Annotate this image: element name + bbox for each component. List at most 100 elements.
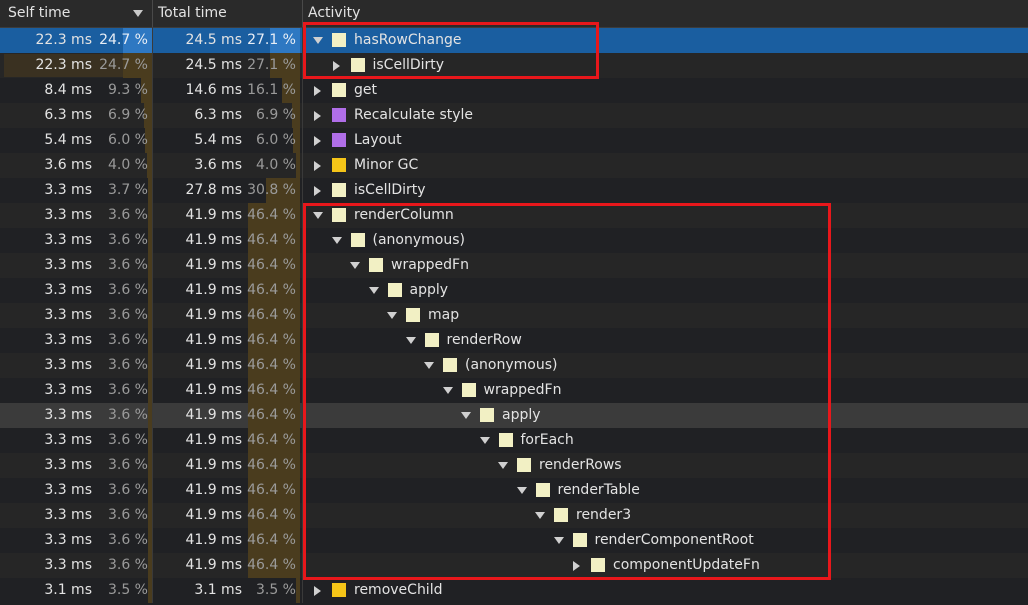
tree-row[interactable]: 3.3 ms 3.6 % 41.9 ms 46.4 % (anonymous) [0,228,1028,253]
activity-name: Recalculate style [354,107,474,123]
column-divider[interactable] [152,0,153,27]
activity-name: isCellDirty [372,57,445,73]
tree-row[interactable]: 22.3 ms 24.7 % 24.5 ms 27.1 % hasRowChange [0,28,1028,53]
activity-cell[interactable]: (anonymous) [0,228,1028,253]
activity-cell[interactable]: isCellDirty [0,178,1028,203]
expand-right-icon[interactable] [314,111,321,121]
expand-down-icon[interactable] [368,287,379,294]
table-header: Self time Total time Activity [0,0,1028,28]
expand-right-icon[interactable] [332,61,340,71]
activity-name: apply [409,282,449,298]
category-swatch-icon [387,283,402,297]
activity-cell[interactable]: renderColumn [0,203,1028,228]
activity-cell[interactable]: apply [0,278,1028,303]
activity-name: apply [502,407,541,423]
expand-down-icon[interactable] [350,262,360,269]
category-swatch-icon [480,408,494,422]
expand-down-icon[interactable] [313,212,323,219]
tree-row[interactable]: 3.3 ms 3.6 % 41.9 ms 46.4 % componentUpdateF… [0,553,1028,578]
activity-cell[interactable]: renderRow [0,328,1028,353]
activity-name: (anonymous) [465,357,558,373]
chevron-down-icon[interactable] [133,10,143,17]
expand-right-icon[interactable] [314,161,321,171]
expand-right-icon[interactable] [314,586,321,596]
tree-row[interactable]: 3.3 ms 3.6 % 41.9 ms 46.4 % (anonymous) [0,353,1028,378]
tree-row[interactable]: 3.3 ms 3.6 % 41.9 ms 46.4 % render3 [0,503,1028,528]
tree-row[interactable]: 3.3 ms 3.6 % 41.9 ms 46.4 % renderRow [0,328,1028,353]
activity-name: wrappedFn [483,382,562,398]
activity-cell[interactable]: apply [0,403,1028,428]
tree-row[interactable]: 5.4 ms 6.0 % 5.4 ms 6.0 % Layout [0,128,1028,153]
category-swatch-icon [369,258,383,272]
activity-cell[interactable]: Recalculate style [0,103,1028,128]
activity-name: renderRows [539,457,622,473]
activity-cell[interactable]: componentUpdateFn [0,553,1028,578]
activity-cell[interactable]: Minor GC [0,153,1028,178]
self-time-header[interactable]: Self time [8,0,70,27]
activity-cell[interactable]: renderRows [0,453,1028,478]
expand-down-icon[interactable] [479,437,490,444]
category-swatch-icon [332,33,346,47]
activity-cell[interactable]: renderComponentRoot [0,528,1028,553]
tree-row[interactable]: 3.3 ms 3.6 % 41.9 ms 46.4 % map [0,303,1028,328]
tree-row[interactable]: 8.4 ms 9.3 % 14.6 ms 16.1 % get [0,78,1028,103]
expand-down-icon[interactable] [405,337,416,344]
tree-row[interactable]: 22.3 ms 24.7 % 24.5 ms 27.1 % isCellDirty [0,53,1028,78]
activity-cell[interactable]: map [0,303,1028,328]
tree-row[interactable]: 3.3 ms 3.6 % 41.9 ms 46.4 % apply [0,403,1028,428]
expand-down-icon[interactable] [553,537,564,544]
tree-row[interactable]: 3.3 ms 3.6 % 41.9 ms 46.4 % apply [0,278,1028,303]
activity-name: map [428,307,460,323]
activity-cell[interactable]: Layout [0,128,1028,153]
category-swatch-icon [498,433,513,447]
expand-down-icon[interactable] [331,237,342,244]
activity-cell[interactable]: render3 [0,503,1028,528]
expand-down-icon[interactable] [442,387,453,394]
activity-name: Layout [354,132,402,148]
activity-name: isCellDirty [354,182,426,198]
category-swatch-icon [350,58,365,72]
expand-down-icon[interactable] [516,487,527,494]
tree-row[interactable]: 3.3 ms 3.6 % 41.9 ms 46.4 % forEach [0,428,1028,453]
activity-cell[interactable]: wrappedFn [0,378,1028,403]
total-time-header[interactable]: Total time [158,0,227,27]
tree-row[interactable]: 3.1 ms 3.5 % 3.1 ms 3.5 % removeChild [0,578,1028,603]
tree-row[interactable]: 3.3 ms 3.6 % 41.9 ms 46.4 % renderColumn [0,203,1028,228]
expand-right-icon[interactable] [314,86,321,96]
tree-row[interactable]: 6.3 ms 6.9 % 6.3 ms 6.9 % Recalculate style [0,103,1028,128]
expand-down-icon[interactable] [313,37,323,44]
activity-cell[interactable]: (anonymous) [0,353,1028,378]
activity-cell[interactable]: hasRowChange [0,28,1028,53]
expand-right-icon[interactable] [314,186,321,196]
activity-cell[interactable]: get [0,78,1028,103]
activity-cell[interactable]: isCellDirty [0,53,1028,78]
tree-row[interactable]: 3.3 ms 3.6 % 41.9 ms 46.4 % renderTable [0,478,1028,503]
tree-row[interactable]: 3.3 ms 3.7 % 27.8 ms 30.8 % isCellDirty [0,178,1028,203]
expand-down-icon[interactable] [461,412,471,419]
activity-cell[interactable]: forEach [0,428,1028,453]
expand-down-icon[interactable] [424,362,434,369]
tree-row[interactable]: 3.3 ms 3.6 % 41.9 ms 46.4 % renderComponentR… [0,528,1028,553]
category-swatch-icon [424,333,439,347]
column-divider[interactable] [302,0,303,27]
expand-down-icon[interactable] [387,312,397,319]
expand-right-icon[interactable] [314,136,321,146]
activity-name: renderRow [446,332,522,348]
activity-name: wrappedFn [391,257,469,273]
activity-cell[interactable]: renderTable [0,478,1028,503]
activity-header[interactable]: Activity [308,0,360,27]
activity-name: forEach [520,432,574,448]
category-swatch-icon [591,558,605,572]
tree-row[interactable]: 3.3 ms 3.6 % 41.9 ms 46.4 % wrappedFn [0,253,1028,278]
category-swatch-icon [332,133,346,147]
expand-down-icon[interactable] [535,512,545,519]
activity-cell[interactable]: removeChild [0,578,1028,603]
activity-name: componentUpdateFn [613,557,760,573]
tree-row[interactable]: 3.3 ms 3.6 % 41.9 ms 46.4 % wrappedFn [0,378,1028,403]
tree-row[interactable]: 3.6 ms 4.0 % 3.6 ms 4.0 % Minor GC [0,153,1028,178]
expand-down-icon[interactable] [498,462,508,469]
expand-right-icon[interactable] [573,561,580,571]
activity-cell[interactable]: wrappedFn [0,253,1028,278]
tree-row[interactable]: 3.3 ms 3.6 % 41.9 ms 46.4 % renderRows [0,453,1028,478]
activity-name: renderColumn [354,207,454,223]
